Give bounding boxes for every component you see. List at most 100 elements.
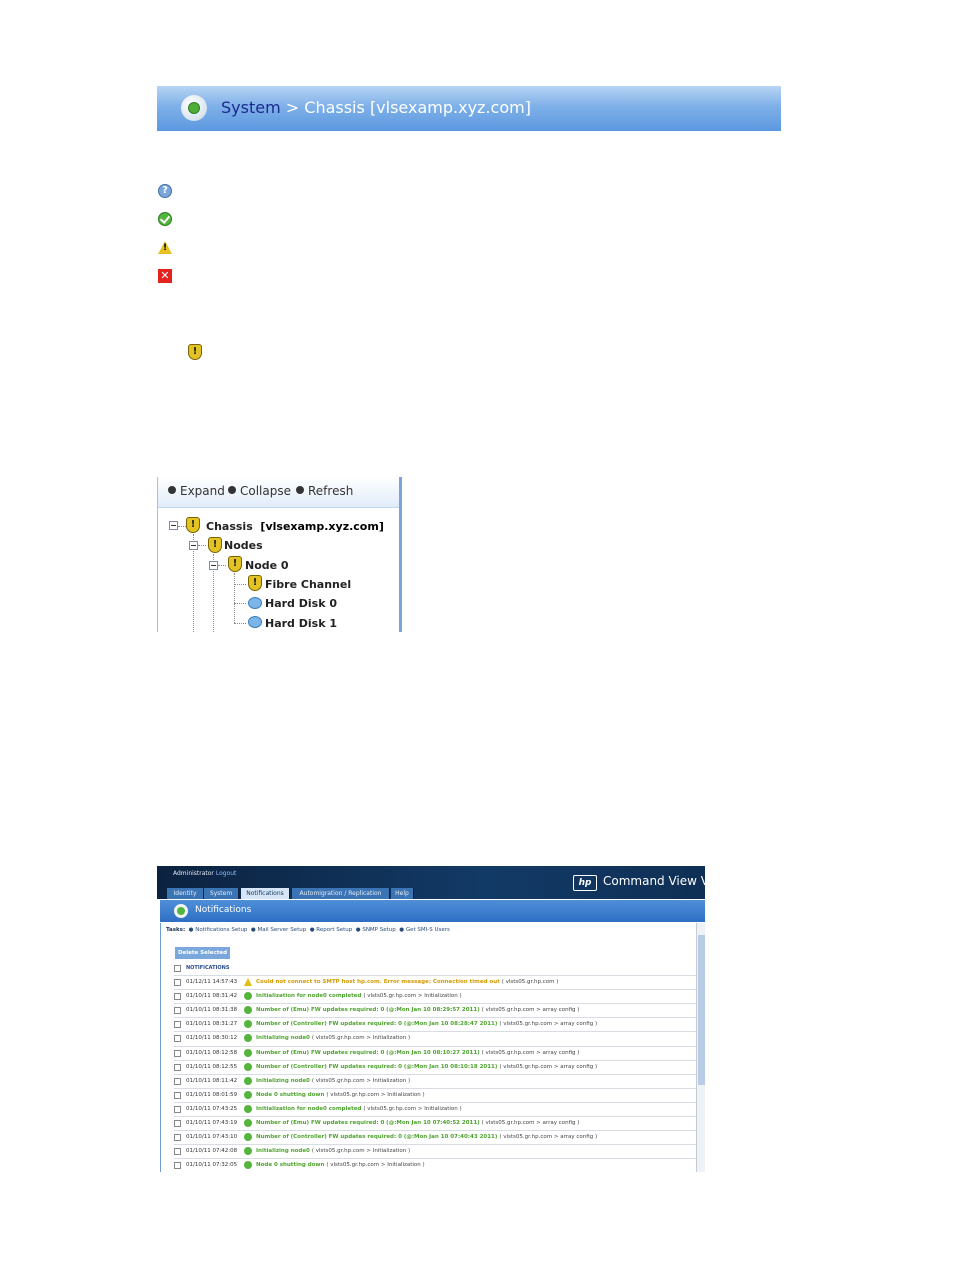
- status-ok-icon: [174, 904, 188, 918]
- table-row[interactable]: 01/10/11 07:32:05 Node 0 shutting down ( …: [174, 1158, 696, 1172]
- tab-identity[interactable]: Identity: [167, 888, 204, 899]
- refresh-button[interactable]: Refresh: [296, 484, 353, 498]
- table-row[interactable]: 01/10/11 07:43:19 Number of (Emu) FW upda…: [174, 1116, 696, 1131]
- row-message: Could not connect to SMTP host hp.com. E…: [256, 979, 559, 985]
- tree-connector: [234, 584, 246, 585]
- table-row[interactable]: 01/10/11 08:31:42 Initialization for node…: [174, 989, 696, 1004]
- row-checkbox[interactable]: [174, 1077, 181, 1085]
- table-row[interactable]: 01/10/11 07:43:25 Initialization for node…: [174, 1101, 696, 1117]
- logout-link[interactable]: Logout: [216, 870, 237, 877]
- collapse-icon: [228, 486, 236, 494]
- row-source: ( vlsts05.gr.hp.com > array config ): [481, 1007, 580, 1014]
- scrollbar-thumb[interactable]: [698, 935, 705, 1085]
- product-name: Command View VLS: [603, 874, 705, 888]
- scrollbar[interactable]: [696, 923, 705, 1172]
- tab-notifications[interactable]: Notifications: [241, 888, 290, 899]
- row-checkbox[interactable]: [174, 1091, 181, 1099]
- table-row[interactable]: 01/10/11 07:43:10 Number of (Controller) …: [174, 1130, 696, 1145]
- tab-help[interactable]: Help: [391, 888, 414, 899]
- row-checkbox[interactable]: [174, 1120, 181, 1127]
- tree-connector: [198, 545, 206, 546]
- row-source: ( vlsts05.gr.hp.com > Initialization ): [311, 1077, 411, 1084]
- table-row[interactable]: 01/10/11 07:42:08 Initializing node0 ( vl…: [174, 1144, 696, 1159]
- row-message: Number of (Controller) FW updates requir…: [256, 1021, 598, 1028]
- delete-selected-button[interactable]: Delete Selected: [175, 947, 230, 959]
- tree-node-chassis[interactable]: Chassis [vlsexamp.xyz.com]: [206, 520, 384, 533]
- command-view-window: Administrator Logout Identity System Not…: [157, 866, 705, 1172]
- ok-icon: [244, 1034, 252, 1043]
- row-checkbox[interactable]: [174, 1063, 181, 1071]
- row-message: Number of (Controller) FW updates requir…: [256, 1134, 598, 1141]
- degraded-shield-icon: !: [188, 344, 202, 360]
- row-checkbox[interactable]: [174, 1105, 181, 1113]
- breadcrumb-host: [vlsexamp.xyz.com]: [369, 98, 531, 117]
- task-snmp-setup[interactable]: ● SNMP Setup: [356, 927, 396, 933]
- table-row[interactable]: 01/10/11 08:12:55 Number of (Controller) …: [174, 1059, 696, 1075]
- chassis-toggle[interactable]: [169, 521, 178, 530]
- tree-node-fibre-channel[interactable]: Fibre Channel: [265, 578, 351, 591]
- table-row[interactable]: 01/12/11 14:57:43 Could not connect to SM…: [174, 975, 696, 990]
- row-checkbox[interactable]: [174, 979, 181, 986]
- fibre-channel-warning-icon: !: [248, 575, 262, 591]
- chassis-tree-panel: Expand Collapse Refresh ! Chassis [vlsex…: [157, 477, 402, 632]
- warning-icon: !: [158, 241, 172, 254]
- tree-node-hard-disk-0[interactable]: Hard Disk 0: [265, 597, 337, 610]
- row-timestamp: 01/10/11 08:30:12: [186, 1035, 238, 1042]
- breadcrumb-system[interactable]: System: [221, 98, 281, 117]
- select-all-checkbox[interactable]: [174, 965, 181, 972]
- row-message: Initializing node0 ( vlsts05.gr.hp.com >…: [256, 1077, 411, 1084]
- tree-node-hard-disk-1[interactable]: Hard Disk 1: [265, 617, 337, 630]
- row-message: Initialization for node0 completed ( vls…: [256, 993, 462, 1000]
- refresh-icon: [296, 486, 304, 494]
- row-timestamp: 01/10/11 07:43:10: [186, 1134, 238, 1141]
- row-checkbox[interactable]: [174, 1049, 181, 1057]
- row-checkbox[interactable]: [174, 1007, 181, 1015]
- tab-system[interactable]: System: [204, 888, 239, 899]
- hard-disk-icon: [248, 616, 262, 628]
- row-checkbox[interactable]: [174, 1021, 181, 1029]
- nodes-toggle[interactable]: [189, 541, 198, 550]
- breadcrumb-separator: >: [285, 98, 300, 117]
- page-titlebar: Notifications: [160, 900, 705, 922]
- row-timestamp: 01/10/11 08:12:55: [186, 1063, 238, 1070]
- hp-logo-icon: hp: [573, 875, 597, 891]
- row-timestamp: 01/10/11 07:43:19: [186, 1120, 238, 1126]
- hard-disk-icon: [248, 597, 262, 609]
- row-message: Initializing node0 ( vlsts05.gr.hp.com >…: [256, 1148, 411, 1155]
- table-row[interactable]: 01/10/11 08:31:27 Number of (Controller) …: [174, 1017, 696, 1032]
- table-row[interactable]: 01/10/11 08:12:58 Number of (Emu) FW upda…: [174, 1045, 696, 1061]
- row-timestamp: 01/12/11 14:57:43: [186, 979, 238, 985]
- table-row[interactable]: 01/10/11 08:30:12 Initializing node0 ( vl…: [174, 1031, 696, 1046]
- tab-automigration-replication[interactable]: Automigration / Replication: [292, 888, 390, 899]
- row-source: ( vlsts05.gr.hp.com > Initialization ): [311, 1148, 411, 1155]
- row-source: ( vlsts05.gr.hp.com > Initialization ): [326, 1091, 425, 1098]
- task-report-setup[interactable]: ● Report Setup: [310, 927, 353, 933]
- row-checkbox[interactable]: [174, 1162, 181, 1170]
- row-source: ( vlsts05.gr.hp.com > Initialization ): [311, 1035, 411, 1042]
- row-checkbox[interactable]: [174, 1148, 181, 1156]
- ok-icon: [244, 1133, 252, 1142]
- nodes-warning-icon: !: [208, 537, 222, 553]
- node0-toggle[interactable]: [209, 561, 218, 570]
- tree-toolbar: Expand Collapse Refresh: [158, 477, 399, 508]
- row-checkbox[interactable]: [174, 993, 181, 1001]
- table-row[interactable]: 01/10/11 08:11:42 Initializing node0 ( vl…: [174, 1073, 696, 1089]
- ok-icon: [244, 1020, 252, 1029]
- task-notifications-setup[interactable]: ● Notifications Setup: [189, 927, 248, 933]
- row-checkbox[interactable]: [174, 1134, 181, 1142]
- task-mail-server-setup[interactable]: ● Mail Server Setup: [251, 927, 306, 933]
- collapse-button[interactable]: Collapse: [228, 484, 291, 498]
- table-row[interactable]: 01/10/11 08:01:59 Node 0 shutting down ( …: [174, 1087, 696, 1103]
- row-source: ( vlsts05.gr.hp.com > Initialization ): [363, 1105, 462, 1112]
- row-checkbox[interactable]: [174, 1035, 181, 1043]
- table-row[interactable]: 01/10/11 08:31:38 Number of (Emu) FW upda…: [174, 1003, 696, 1018]
- task-get-smis-users[interactable]: ● Get SMI-S Users: [399, 927, 450, 933]
- tree-node-nodes[interactable]: Nodes: [224, 539, 263, 552]
- expand-button[interactable]: Expand: [168, 484, 225, 498]
- row-timestamp: 01/10/11 08:31:38: [186, 1007, 238, 1014]
- ok-icon: [244, 1119, 252, 1127]
- tree-node-node0[interactable]: Node 0: [245, 559, 289, 572]
- tree-connector: [234, 623, 246, 624]
- row-timestamp: 01/10/11 08:31:42: [186, 993, 238, 1000]
- row-timestamp: 01/10/11 07:43:25: [186, 1105, 238, 1112]
